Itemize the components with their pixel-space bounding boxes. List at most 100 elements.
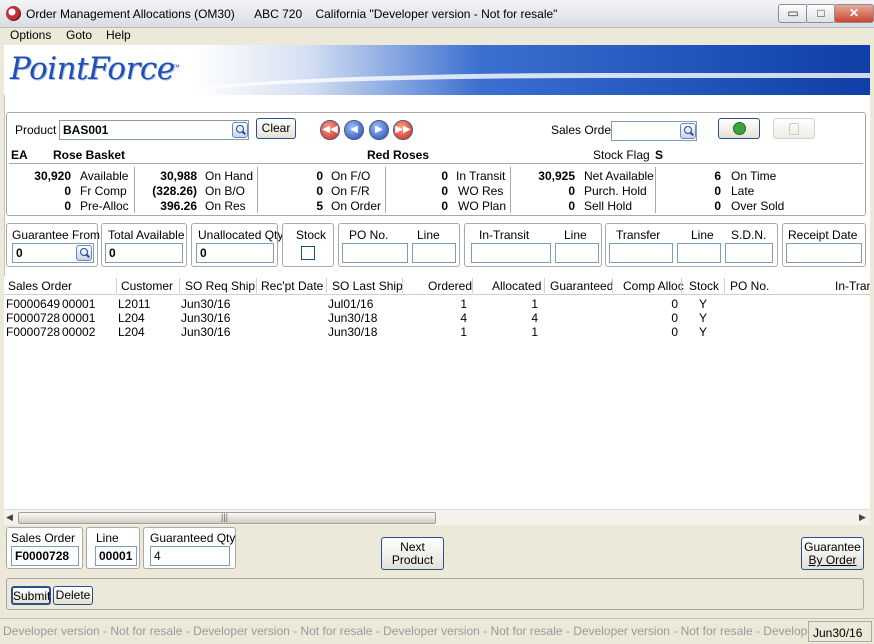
col-ordered[interactable]: Ordered (428, 279, 472, 293)
in-transit-field[interactable] (471, 243, 551, 263)
menu-help[interactable]: Help (106, 28, 131, 42)
divider (326, 278, 327, 293)
product-panel: Product BAS001 Clear ◀◀ ◀ ▶ ▶▶ Sales Ord… (6, 112, 866, 216)
stock-checkbox[interactable] (301, 246, 315, 260)
net-available-label: Net Available (584, 169, 654, 183)
window-title: Order Management Allocations (OM30) ABC … (26, 7, 558, 21)
divider (612, 278, 613, 293)
total-available-field: 0 (105, 243, 183, 263)
menu-goto[interactable]: Goto (66, 28, 92, 42)
unallocated-qty-group: Unallocated Qty 0 (191, 223, 283, 267)
col-comp-alloc[interactable]: Comp Alloc (623, 279, 684, 293)
receipt-date-field[interactable] (786, 243, 862, 263)
on-time-label: On Time (731, 169, 777, 183)
available-value: 30,920 (34, 169, 71, 183)
table-row[interactable]: F0000728 00001 L204 Jun30/16 Jun30/18 4 … (4, 311, 870, 325)
on-bo-value: (328.26) (152, 184, 197, 198)
sdn-field[interactable] (725, 243, 773, 263)
uom-value: EA (11, 148, 28, 162)
horizontal-scrollbar[interactable]: ◀ ||| ▶ (4, 509, 870, 525)
purch-hold-value: 0 (568, 184, 575, 198)
on-order-value: 5 (316, 199, 323, 213)
col-guaranteed[interactable]: Guaranteed (550, 279, 613, 293)
col-so-req-ship[interactable]: SO Req Ship (185, 279, 255, 293)
transit-line-field[interactable] (555, 243, 599, 263)
next-product-button[interactable]: Next Product (381, 537, 444, 570)
cell-so-line: 00001 (62, 297, 96, 311)
cell-so-line: 00002 (62, 325, 96, 339)
divider (257, 167, 258, 213)
unallocated-qty-field: 0 (196, 243, 274, 263)
cell-sales-order: F0000649 (6, 297, 61, 311)
col-customer[interactable]: Customer (121, 279, 173, 293)
cell-ordered: 4 (460, 311, 467, 325)
next-record-icon[interactable]: ▶ (369, 120, 389, 140)
in-transit-label: In-Transit (479, 228, 530, 242)
product-lookup-icon[interactable] (232, 122, 248, 138)
grid-header: Sales Order Customer SO Req Ship Rec'pt … (4, 276, 870, 295)
col-sales-order[interactable]: Sales Order (8, 279, 72, 293)
product-input[interactable]: BAS001 (59, 120, 249, 140)
cell-allocated: 1 (531, 325, 538, 339)
col-stock[interactable]: Stock (689, 279, 719, 293)
entry-sales-order-group: Sales Order F0000728 (6, 527, 83, 569)
po-no-field[interactable] (342, 243, 408, 263)
net-available-value: 30,925 (538, 169, 575, 183)
divider (544, 278, 545, 293)
app-icon[interactable] (6, 6, 21, 21)
clear-button[interactable]: Clear (256, 118, 296, 139)
submit-button[interactable]: Submit (11, 586, 51, 605)
transfer-line-field[interactable] (677, 243, 721, 263)
table-row[interactable]: F0000728 00002 L204 Jun30/16 Jun30/18 1 … (4, 325, 870, 339)
scroll-left-icon[interactable]: ◀ (6, 512, 13, 523)
col-recpt-date[interactable]: Rec'pt Date (261, 279, 323, 293)
col-allocated[interactable]: Allocated (492, 279, 541, 293)
guarantee-from-label: Guarantee From (12, 228, 101, 242)
col-in-transit[interactable]: In-Tran (835, 279, 870, 293)
disabled-action-button[interactable] (773, 118, 815, 139)
minimize-button[interactable]: ▭ (778, 4, 808, 23)
po-group: PO No. Line (338, 223, 460, 267)
allocations-grid: Sales Order Customer SO Req Ship Rec'pt … (4, 276, 870, 509)
previous-record-icon[interactable]: ◀ (344, 120, 364, 140)
transfer-field[interactable] (609, 243, 673, 263)
guarantee-from-group: Guarantee From 0 (6, 223, 101, 267)
recycle-icon (733, 122, 746, 135)
first-record-icon[interactable]: ◀◀ (320, 120, 340, 140)
divider (385, 167, 386, 213)
sales-order-lookup-icon[interactable] (680, 123, 696, 139)
delete-button[interactable]: Delete (53, 586, 93, 605)
on-res-label: On Res (205, 199, 246, 213)
sell-hold-label: Sell Hold (584, 199, 633, 213)
recycle-button[interactable] (718, 118, 760, 139)
col-po-no[interactable]: PO No. (730, 279, 769, 293)
on-fo-label: On F/O (331, 169, 371, 183)
table-row[interactable]: F0000649 00001 L2011 Jun30/16 Jul01/16 1… (4, 297, 870, 311)
banner-swoosh (164, 73, 870, 95)
guarantee-from-lookup-icon[interactable] (76, 245, 92, 261)
guaranteed-qty-input[interactable]: 4 (150, 546, 230, 566)
pointforce-logo: PointForce (10, 51, 175, 87)
product-description: Red Roses (367, 148, 430, 162)
divider (472, 278, 473, 293)
divider (116, 278, 117, 293)
banner: PointForce ™ (4, 45, 870, 95)
entry-line-input[interactable]: 00001 (95, 546, 137, 566)
menu-options[interactable]: Options (10, 28, 51, 42)
guarantee-by-order-button[interactable]: Guarantee By Order (801, 537, 864, 570)
maximize-button[interactable]: □ (806, 4, 836, 23)
scroll-right-icon[interactable]: ▶ (859, 512, 866, 523)
scroll-grip: ||| (221, 512, 229, 522)
last-record-icon[interactable]: ▶▶ (393, 120, 413, 140)
col-so-last-ship[interactable]: SO Last Ship (332, 279, 403, 293)
po-line-field[interactable] (412, 243, 456, 263)
cell-comp-alloc: 0 (671, 297, 678, 311)
transfer-label: Transfer (616, 228, 661, 242)
cell-req-ship: Jun30/16 (181, 325, 231, 339)
divider (724, 278, 725, 293)
entry-sales-order-input[interactable]: F0000728 (11, 546, 79, 566)
close-button[interactable]: ✕ (834, 4, 874, 23)
cell-req-ship: Jun30/16 (181, 297, 231, 311)
scrollbar-thumb[interactable]: ||| (18, 512, 436, 524)
product-name: Rose Basket (53, 148, 126, 162)
